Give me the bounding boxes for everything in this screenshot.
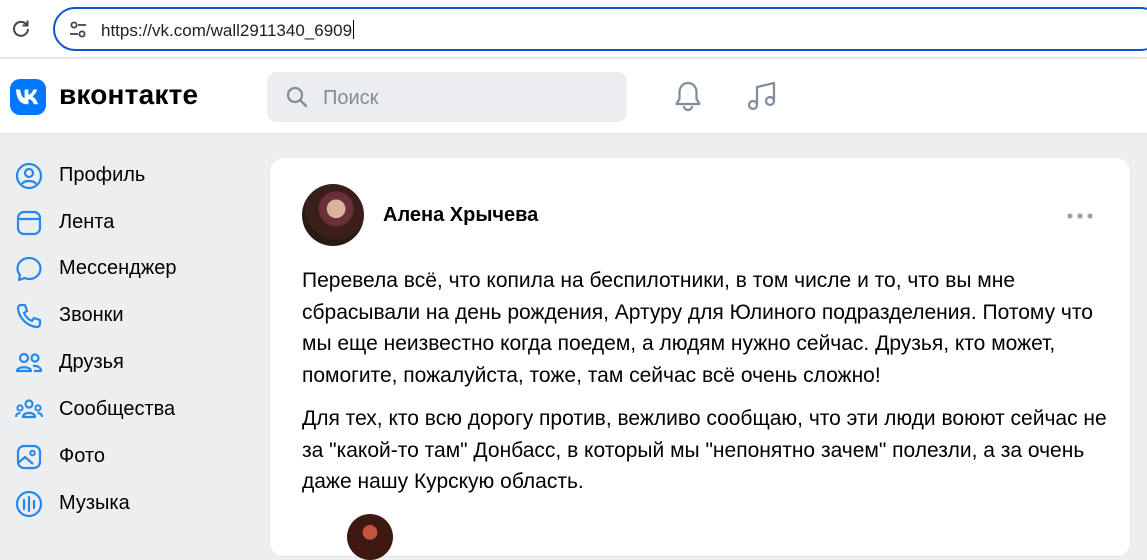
profile-icon xyxy=(14,161,44,191)
more-options-icon[interactable] xyxy=(1065,208,1095,224)
messenger-icon xyxy=(14,254,44,284)
photo-icon xyxy=(14,442,44,472)
sidebar-item-messenger[interactable]: Мессенджер xyxy=(0,248,250,288)
phone-icon xyxy=(14,301,44,331)
browser-toolbar: https://vk.com/wall2911340_6909 xyxy=(0,0,1147,58)
search-icon xyxy=(285,85,309,109)
post-paragraph: Для тех, кто всю дорогу против, вежливо … xyxy=(302,407,1107,493)
site-settings-icon[interactable] xyxy=(67,19,89,41)
url-text[interactable]: https://vk.com/wall2911340_6909 xyxy=(101,20,354,41)
sidebar-item-label: Музыка xyxy=(59,492,130,514)
sidebar-item-profile[interactable]: Профиль xyxy=(0,155,250,195)
sidebar-item-photos[interactable]: Фото xyxy=(0,436,250,476)
author-avatar[interactable] xyxy=(302,184,364,246)
sidebar-item-label: Фото xyxy=(59,445,105,467)
music-note-icon[interactable] xyxy=(745,79,779,113)
sidebar-item-friends[interactable]: Друзья xyxy=(0,342,250,382)
sidebar-item-calls[interactable]: Звонки xyxy=(0,295,250,335)
logo-wordmark[interactable]: вконтакте xyxy=(59,79,198,111)
reload-icon[interactable] xyxy=(8,16,34,42)
author-name[interactable]: Алена Хрычева xyxy=(383,204,538,227)
post-paragraph: Перевела всё, что копила на беспилотники… xyxy=(302,269,1093,387)
site-header: вконтакте Поиск xyxy=(0,59,1147,134)
sidebar-item-label: Лента xyxy=(59,211,115,233)
sidebar-item-label: Сообщества xyxy=(59,398,176,420)
left-sidebar: Профиль Лента Мессенджер Звонки Друзья С… xyxy=(0,135,260,526)
notifications-bell-icon[interactable] xyxy=(671,79,705,113)
search-placeholder: Поиск xyxy=(323,87,379,109)
music-icon xyxy=(14,489,44,519)
friends-icon xyxy=(14,348,44,378)
sidebar-item-label: Мессенджер xyxy=(59,257,177,279)
sidebar-item-label: Звонки xyxy=(59,304,124,326)
vk-logo-icon[interactable] xyxy=(10,79,46,115)
sidebar-item-feed[interactable]: Лента xyxy=(0,202,250,242)
feed-icon xyxy=(14,208,44,238)
wall-post: Алена Хрычева Перевела всё, что копила н… xyxy=(269,157,1131,560)
communities-icon xyxy=(14,395,44,425)
repost-avatar[interactable] xyxy=(347,514,393,560)
address-bar[interactable]: https://vk.com/wall2911340_6909 xyxy=(53,7,1147,51)
search-field[interactable]: Поиск xyxy=(267,72,627,122)
sidebar-item-music[interactable]: Музыка xyxy=(0,483,250,523)
sidebar-item-communities[interactable]: Сообщества xyxy=(0,389,250,429)
sidebar-item-label: Профиль xyxy=(59,164,146,186)
sidebar-item-label: Друзья xyxy=(59,351,124,373)
